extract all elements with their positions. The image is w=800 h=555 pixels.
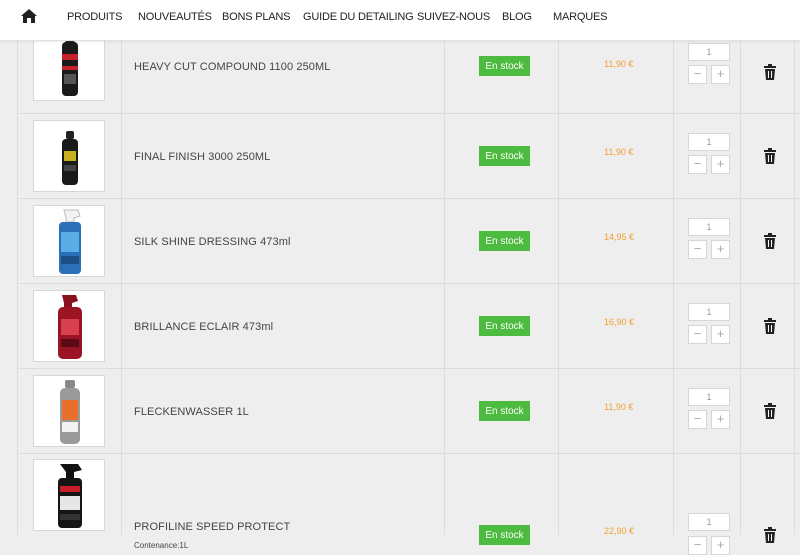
nav-item-bons-plans[interactable]: BONS PLANS	[222, 11, 291, 23]
quantity-increase-button[interactable]: +	[711, 325, 730, 344]
quantity-input[interactable]: 1	[688, 218, 730, 236]
quantity-input[interactable]: 1	[688, 388, 730, 406]
nav-item-nouveautes[interactable]: NOUVEAUTÉS	[138, 11, 212, 23]
cart-row: FLECKENWASSER 1L En stock 11,90 € 1 − +	[18, 369, 800, 453]
product-name[interactable]: FLECKENWASSER 1L	[134, 406, 249, 418]
cart-row: FINAL FINISH 3000 250ML En stock 11,90 €…	[18, 114, 800, 198]
cart-row: SILK SHINE DRESSING 473ml En stock 14,95…	[18, 199, 800, 283]
product-bottle-image	[59, 209, 81, 274]
product-name[interactable]: PROFILINE SPEED PROTECT	[134, 521, 290, 533]
stock-badge: En stock	[479, 316, 530, 336]
quantity-increase-button[interactable]: +	[711, 155, 730, 174]
quantity-increase-button[interactable]: +	[711, 410, 730, 429]
product-name[interactable]: FINAL FINISH 3000 250ML	[134, 151, 270, 163]
cart-row: HEAVY CUT COMPOUND 1100 250ML En stock 1…	[18, 29, 800, 113]
quantity-increase-button[interactable]: +	[711, 536, 730, 555]
product-price: 14,95 €	[604, 232, 635, 242]
cart-row: BRILLANCE ECLAIR 473ml En stock 16,90 € …	[18, 284, 800, 368]
quantity-decrease-button[interactable]: −	[688, 155, 707, 174]
product-price: 11,90 €	[604, 402, 634, 412]
product-price: 16,90 €	[604, 317, 635, 327]
product-bottle-image	[62, 131, 78, 185]
nav-item-produits[interactable]: PRODUITS	[67, 11, 122, 23]
product-thumbnail[interactable]	[33, 290, 105, 362]
top-navigation: PRODUITS NOUVEAUTÉS BONS PLANS GUIDE DU …	[0, 0, 800, 41]
nav-item-suivez-nous[interactable]: SUIVEZ-NOUS	[417, 11, 490, 23]
trash-icon[interactable]	[763, 233, 777, 249]
product-bottle-image	[58, 295, 82, 359]
trash-icon[interactable]	[763, 403, 777, 419]
nav-item-guide-du-detailing[interactable]: GUIDE DU DETAILING	[303, 11, 414, 23]
stock-badge: En stock	[479, 56, 530, 76]
product-thumbnail[interactable]	[33, 375, 105, 447]
stock-badge: En stock	[479, 231, 530, 251]
cart-row: PROFILINE SPEED PROTECT Contenance:1L En…	[18, 454, 800, 555]
product-name[interactable]: HEAVY CUT COMPOUND 1100 250ML	[134, 61, 331, 73]
product-price: 11,90 €	[604, 147, 634, 157]
trash-icon[interactable]	[763, 148, 777, 164]
product-variant: Contenance:1L	[134, 541, 189, 550]
product-thumbnail[interactable]	[33, 459, 105, 531]
product-bottle-image	[60, 380, 80, 444]
quantity-input[interactable]: 1	[688, 43, 730, 61]
quantity-decrease-button[interactable]: −	[688, 240, 707, 259]
trash-icon[interactable]	[763, 64, 777, 80]
product-bottle-image	[58, 464, 82, 528]
quantity-decrease-button[interactable]: −	[688, 536, 707, 555]
quantity-input[interactable]: 1	[688, 513, 730, 531]
product-name[interactable]: BRILLANCE ECLAIR 473ml	[134, 321, 273, 333]
home-icon[interactable]	[20, 8, 38, 24]
quantity-decrease-button[interactable]: −	[688, 410, 707, 429]
cart-table: HEAVY CUT COMPOUND 1100 250ML En stock 1…	[17, 29, 800, 555]
quantity-input[interactable]: 1	[688, 133, 730, 151]
trash-icon[interactable]	[763, 527, 777, 543]
quantity-increase-button[interactable]: +	[711, 240, 730, 259]
product-price: 11,90 €	[604, 59, 634, 69]
stock-badge: En stock	[479, 525, 530, 545]
quantity-input[interactable]: 1	[688, 303, 730, 321]
product-name[interactable]: SILK SHINE DRESSING 473ml	[134, 236, 291, 248]
stock-badge: En stock	[479, 146, 530, 166]
nav-item-blog[interactable]: BLOG	[502, 11, 532, 23]
quantity-decrease-button[interactable]: −	[688, 65, 707, 84]
quantity-decrease-button[interactable]: −	[688, 325, 707, 344]
stock-badge: En stock	[479, 401, 530, 421]
nav-item-marques[interactable]: MARQUES	[553, 11, 607, 23]
product-thumbnail[interactable]	[33, 205, 105, 277]
trash-icon[interactable]	[763, 318, 777, 334]
quantity-increase-button[interactable]: +	[711, 65, 730, 84]
product-thumbnail[interactable]	[33, 120, 105, 192]
